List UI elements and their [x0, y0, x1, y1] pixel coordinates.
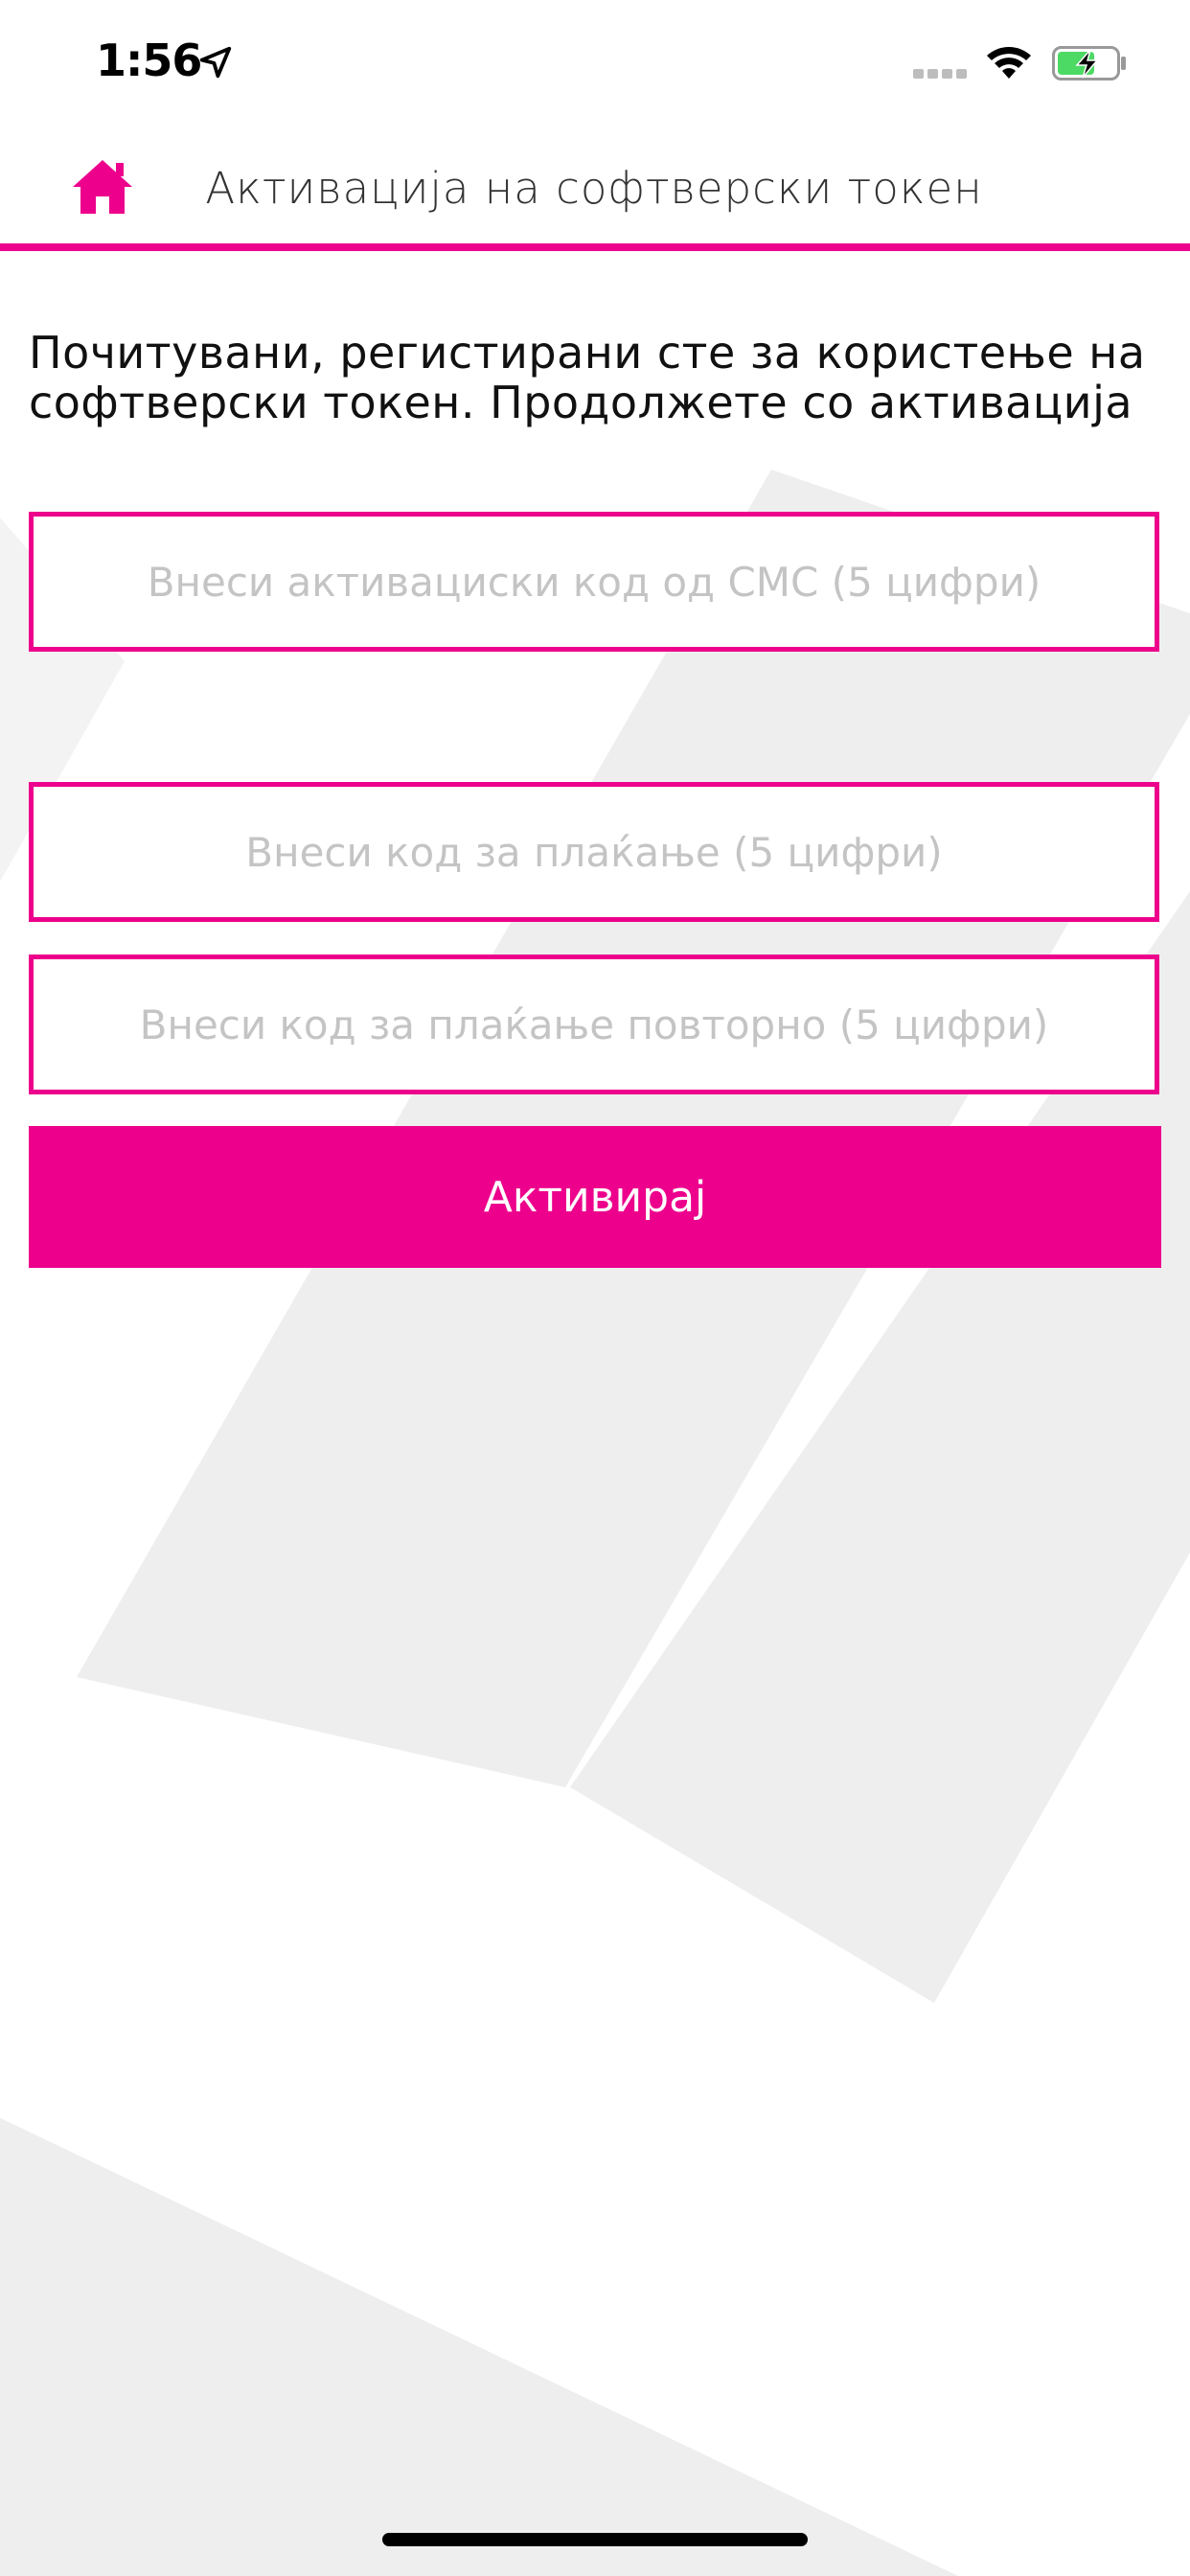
cellular-signal-icon	[913, 69, 967, 79]
location-arrow-icon	[199, 46, 232, 79]
sms-code-field	[29, 512, 1159, 652]
status-time: 1:56	[96, 34, 202, 86]
sms-code-input[interactable]	[34, 517, 1155, 647]
activate-button[interactable]: Активирај	[29, 1126, 1161, 1268]
status-bar: 1:56	[0, 0, 1190, 125]
payment-code-input[interactable]	[34, 787, 1155, 917]
intro-text: Почитувани, регистирани сте за користење…	[29, 327, 1146, 428]
home-indicator[interactable]	[382, 2533, 808, 2546]
home-icon[interactable]	[71, 158, 134, 216]
wifi-icon	[987, 47, 1031, 79]
payment-code-repeat-field	[29, 954, 1159, 1094]
nav-divider	[0, 243, 1190, 251]
page-title: Активација на софтверски токен	[205, 163, 983, 214]
nav-bar: Активација на софтверски токен	[0, 134, 1190, 247]
payment-code-repeat-input[interactable]	[34, 959, 1155, 1090]
battery-charging-icon	[1052, 46, 1126, 80]
payment-code-field	[29, 782, 1159, 922]
